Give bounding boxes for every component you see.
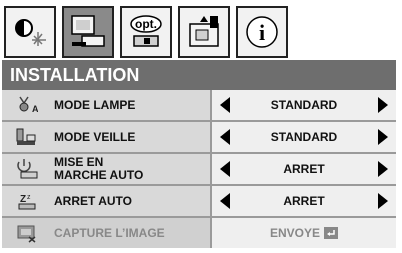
options-icon: opt. [130, 15, 162, 47]
info-icon-label: i [259, 20, 265, 45]
menu-row-label-cell: MISE EN MARCHE AUTO [2, 154, 212, 184]
options-icon-label: opt. [135, 17, 157, 31]
menu-row-label: MODE VEILLE [54, 129, 136, 144]
menu-row-capture-image[interactable]: CAPTURE L’IMAGE ENVOYE [2, 218, 396, 248]
menu-row-label-line2: MARCHE AUTO [54, 168, 144, 182]
tab-image-adjust[interactable] [4, 6, 56, 58]
menu-row-value: STANDARD [270, 98, 338, 112]
signal-icon [189, 16, 219, 47]
menu-row-label: CAPTURE L’IMAGE [54, 225, 165, 240]
menu-row-label-cell: Z z ARRET AUTO [2, 186, 212, 216]
svg-text:Z: Z [20, 194, 26, 205]
menu-row-standby-mode[interactable]: MODE VEILLE STANDARD [2, 122, 396, 154]
image-adjust-icon [15, 19, 46, 46]
arrow-right-icon[interactable] [376, 96, 390, 114]
menu-row-label-line1: MISE EN [54, 155, 104, 169]
info-icon: i [246, 16, 278, 48]
lamp-mode-icon: A [14, 94, 40, 116]
menu-row-auto-power-off[interactable]: Z z ARRET AUTO ARRET [2, 186, 396, 218]
installation-icon [71, 15, 105, 47]
menu-row-value-cell: ARRET [212, 186, 396, 216]
svg-text:z: z [27, 194, 31, 201]
tab-signal[interactable] [178, 6, 230, 58]
menu-row-value: ARRET [283, 162, 325, 176]
arrow-left-icon[interactable] [218, 128, 232, 146]
auto-power-on-icon [14, 158, 40, 180]
auto-power-off-icon: Z z [14, 190, 40, 212]
arrow-left-icon[interactable] [218, 160, 232, 178]
menu-row-value: STANDARD [270, 130, 338, 144]
menu-tabs: opt. i [4, 6, 398, 61]
section-title: INSTALLATION [10, 64, 140, 85]
menu-row-label: MISE EN MARCHE AUTO [54, 156, 143, 182]
arrow-left-icon[interactable] [218, 96, 232, 114]
capture-image-icon [14, 222, 40, 244]
menu-row-value: ENVOYE [269, 226, 320, 240]
arrow-left-icon[interactable] [218, 192, 232, 210]
settings-menu: A MODE LAMPE STANDARD MODE VEILLE STANDA… [2, 90, 396, 248]
menu-row-label-cell: A MODE LAMPE [2, 90, 212, 120]
menu-row-label: MODE LAMPE [54, 97, 136, 112]
arrow-right-icon[interactable] [376, 192, 390, 210]
menu-row-label-cell: MODE VEILLE [2, 122, 212, 152]
standby-mode-icon [14, 126, 40, 148]
section-header: INSTALLATION [2, 60, 396, 90]
tab-options[interactable]: opt. [120, 6, 172, 58]
tab-installation[interactable] [62, 6, 114, 58]
menu-row-value: ARRET [283, 194, 325, 208]
menu-row-value-cell: ARRET [212, 154, 396, 184]
menu-row-lamp-mode[interactable]: A MODE LAMPE STANDARD [2, 90, 396, 122]
menu-row-label: ARRET AUTO [54, 193, 132, 208]
menu-row-value-cell: STANDARD [212, 122, 396, 152]
tab-info[interactable]: i [236, 6, 288, 58]
menu-row-value-cell: ENVOYE [212, 218, 396, 248]
arrow-right-icon[interactable] [376, 128, 390, 146]
menu-row-label-cell: CAPTURE L’IMAGE [2, 218, 212, 248]
enter-icon [324, 227, 338, 239]
svg-text:A: A [32, 104, 38, 114]
menu-row-value-cell: STANDARD [212, 90, 396, 120]
menu-row-auto-power-on[interactable]: MISE EN MARCHE AUTO ARRET [2, 154, 396, 186]
arrow-right-icon[interactable] [376, 160, 390, 178]
